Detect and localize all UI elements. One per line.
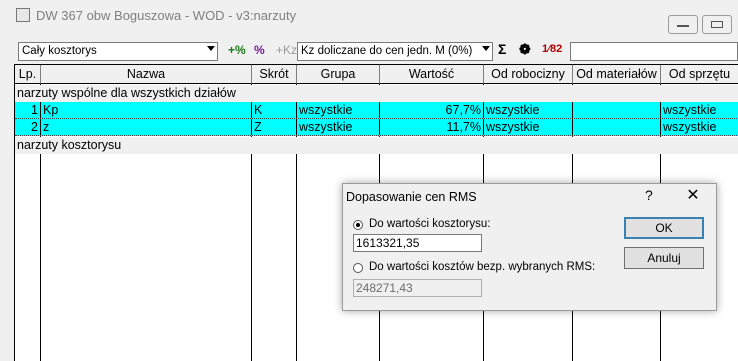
option-estimate-value-label[interactable]: Do wartości kosztorysu: bbox=[369, 218, 490, 230]
chevron-down-icon bbox=[207, 46, 215, 51]
option-rms-costs-label[interactable]: Do wartości kosztów bezp. wybranych RMS: bbox=[369, 261, 595, 273]
right-select[interactable] bbox=[570, 42, 738, 61]
percent-icon[interactable]: % bbox=[254, 43, 265, 57]
cell-grupa: wszystkie bbox=[297, 102, 380, 118]
counter-icon[interactable]: 1⁄82 bbox=[542, 43, 562, 55]
chevron-down-icon bbox=[482, 46, 490, 51]
cancel-button[interactable]: Anuluj bbox=[624, 247, 704, 269]
cell-skrot: K bbox=[252, 102, 297, 118]
scope-select[interactable]: Cały kosztorys bbox=[18, 42, 218, 61]
option-estimate-value-radio[interactable] bbox=[353, 220, 363, 230]
window-title: DW 367 obw Boguszowa - WOD - v3:narzuty bbox=[36, 8, 297, 23]
gear-icon[interactable]: ❁ bbox=[519, 41, 531, 58]
cell-skrot: Z bbox=[252, 119, 297, 135]
col-header-skrot[interactable]: Skrót bbox=[252, 65, 297, 84]
cell-od-sprzetu: wszystkie bbox=[661, 102, 738, 118]
col-header-nazwa[interactable]: Nazwa bbox=[41, 65, 252, 84]
col-header-grupa[interactable]: Grupa bbox=[297, 65, 380, 84]
col-header-lp[interactable]: Lp. bbox=[15, 65, 41, 84]
cell-grupa: wszystkie bbox=[297, 119, 380, 135]
option-rms-costs-radio[interactable] bbox=[353, 263, 363, 273]
price-adjust-dialog: Dopasowanie cen RMS ? ✕ Do wartości kosz… bbox=[342, 183, 717, 311]
add-kz-icon[interactable]: +Kz bbox=[276, 43, 297, 57]
col-header-wartosc[interactable]: Wartość bbox=[380, 65, 484, 84]
group-row-estimate[interactable]: narzuty kosztorysu bbox=[15, 137, 738, 154]
ok-button[interactable]: OK bbox=[624, 217, 704, 239]
cell-od-materialow bbox=[573, 102, 661, 118]
close-button[interactable]: ✕ bbox=[683, 185, 703, 205]
col-header-od-sprzetu[interactable]: Od sprzętu bbox=[661, 65, 738, 84]
cell-wartosc: 11,7% bbox=[380, 119, 484, 135]
minimize-icon bbox=[677, 25, 689, 27]
cell-od-robocizny: wszystkie bbox=[484, 102, 573, 118]
sum-icon[interactable]: Σ bbox=[498, 41, 506, 57]
cell-wartosc: 67,7% bbox=[380, 102, 484, 118]
scope-select-value: Cały kosztorys bbox=[22, 45, 97, 57]
dialog-title: Dopasowanie cen RMS bbox=[346, 190, 477, 204]
estimate-value-input[interactable]: 1613321,35 bbox=[353, 234, 482, 252]
col-header-od-robocizny[interactable]: Od robocizny bbox=[484, 65, 573, 84]
mode-select[interactable]: Kz doliczane do cen jedn. M (0%) bbox=[297, 42, 493, 61]
group-row-common[interactable]: narzuty wspólne dla wszystkich działów bbox=[15, 85, 738, 102]
window-titlebar: DW 367 obw Boguszowa - WOD - v3:narzuty bbox=[0, 0, 738, 38]
cell-nazwa: Kp bbox=[41, 102, 252, 118]
add-percent-icon[interactable]: +% bbox=[228, 43, 246, 57]
cell-od-sprzetu: wszystkie bbox=[661, 119, 738, 135]
maximize-button[interactable] bbox=[702, 15, 732, 34]
cell-nazwa: z bbox=[41, 119, 252, 135]
table-row[interactable]: 2 z Z wszystkie 11,7% wszystkie wszystki… bbox=[15, 119, 738, 136]
mode-select-value: Kz doliczane do cen jedn. M (0%) bbox=[301, 45, 473, 57]
rms-costs-input: 248271,43 bbox=[353, 279, 482, 297]
help-button[interactable]: ? bbox=[645, 187, 653, 203]
maximize-icon bbox=[711, 21, 723, 28]
col-header-od-materialow[interactable]: Od materiałów bbox=[573, 65, 661, 84]
table-row[interactable]: 1 Kp K wszystkie 67,7% wszystkie wszystk… bbox=[15, 102, 738, 119]
minimize-button[interactable] bbox=[668, 15, 698, 34]
app-icon bbox=[16, 8, 30, 22]
cell-od-robocizny: wszystkie bbox=[484, 119, 573, 135]
cell-lp: 2 bbox=[15, 119, 41, 135]
cell-lp: 1 bbox=[15, 102, 41, 118]
cell-od-materialow bbox=[573, 119, 661, 135]
